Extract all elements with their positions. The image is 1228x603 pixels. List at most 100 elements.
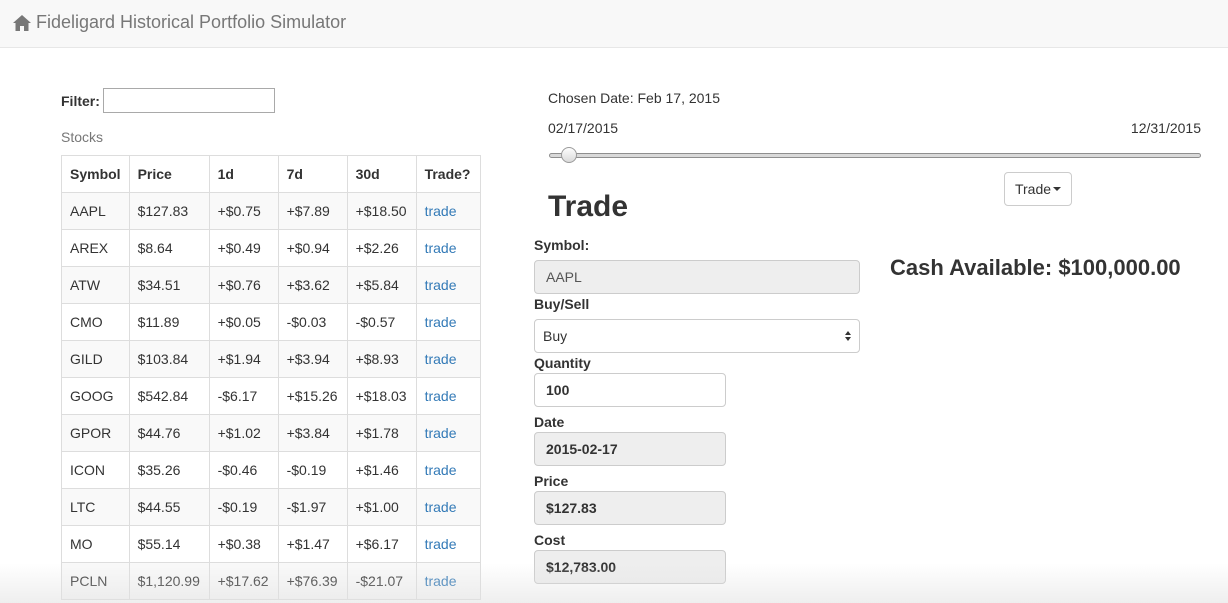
stocks-table: Symbol Price 1d 7d 30d Trade? AAPL $127.8…	[61, 155, 481, 600]
trade-dropdown-label: Trade	[1014, 181, 1052, 197]
cell-1d: +$0.05	[208, 303, 279, 341]
table-row: ATW $34.51 +$0.76 +$3.62 +$5.84 trade	[61, 266, 481, 304]
cell-trade: trade	[415, 414, 481, 452]
symbol-field[interactable]: AAPL	[534, 260, 860, 294]
cell-30d: +$5.84	[346, 266, 417, 304]
cell-trade: trade	[415, 377, 481, 415]
trade-link[interactable]: trade	[425, 573, 457, 589]
quantity-input[interactable]: 100	[534, 373, 726, 407]
trade-link[interactable]: trade	[425, 499, 457, 515]
column-header-7d: 7d	[277, 155, 348, 193]
cell-trade: trade	[415, 562, 481, 600]
cell-price: $55.14	[128, 525, 210, 563]
column-header-30d: 30d	[346, 155, 417, 193]
symbol-label: Symbol:	[534, 237, 590, 253]
trade-link[interactable]: trade	[425, 388, 457, 404]
column-header-trade: Trade?	[415, 155, 481, 193]
cell-7d: -$0.19	[277, 451, 348, 489]
cell-trade: trade	[415, 303, 481, 341]
date-value: 2015-02-17	[546, 441, 618, 457]
column-header-price: Price	[128, 155, 210, 193]
table-header-row: Symbol Price 1d 7d 30d Trade?	[61, 155, 481, 193]
trade-link[interactable]: trade	[425, 536, 457, 552]
cell-7d: -$1.97	[277, 488, 348, 526]
table-row: PCLN $1,120.99 +$17.62 +$76.39 -$21.07 trade	[61, 562, 481, 600]
cell-trade: trade	[415, 451, 481, 489]
cell-price: $44.76	[128, 414, 210, 452]
filter-input[interactable]	[102, 88, 275, 113]
price-label: Price	[534, 473, 569, 489]
cell-price: $542.84	[128, 377, 210, 415]
table-row: AAPL $127.83 +$0.75 +$7.89 +$18.50 trade	[61, 192, 481, 230]
cell-symbol: CMO	[61, 303, 130, 341]
cell-7d: +$3.84	[277, 414, 348, 452]
cell-price: $11.89	[128, 303, 210, 341]
cell-1d: -$6.17	[208, 377, 279, 415]
cell-7d: +$7.89	[277, 192, 348, 230]
cell-7d: -$0.03	[277, 303, 348, 341]
cell-1d: +$0.75	[208, 192, 279, 230]
cell-7d: +$1.47	[277, 525, 348, 563]
cost-label: Cost	[534, 532, 566, 548]
cell-price: $103.84	[128, 340, 210, 378]
caret-down-icon	[1053, 187, 1062, 191]
price-value: $127.83	[546, 500, 597, 516]
trade-link[interactable]: trade	[425, 314, 457, 330]
chosen-date: Chosen Date: Feb 17, 2015	[548, 90, 721, 106]
filter-row: Filter:	[61, 88, 275, 113]
cell-1d: +$1.94	[208, 340, 279, 378]
cell-1d: +$0.38	[208, 525, 279, 563]
table-row: LTC $44.55 -$0.19 -$1.97 +$1.00 trade	[61, 488, 481, 526]
date-field[interactable]: 2015-02-17	[534, 432, 726, 466]
cell-symbol: GPOR	[61, 414, 130, 452]
cell-symbol: PCLN	[61, 562, 130, 600]
trade-link[interactable]: trade	[425, 462, 457, 478]
column-header-1d: 1d	[208, 155, 279, 193]
cell-30d: +$1.00	[346, 488, 417, 526]
cell-symbol: ICON	[61, 451, 130, 489]
trade-link[interactable]: trade	[425, 240, 457, 256]
cell-symbol: AAPL	[61, 192, 130, 230]
cell-7d: +$76.39	[277, 562, 348, 600]
home-icon	[12, 13, 32, 33]
cell-price: $1,120.99	[128, 562, 210, 600]
table-row: GILD $103.84 +$1.94 +$3.94 +$8.93 trade	[61, 340, 481, 378]
trade-link[interactable]: trade	[425, 351, 457, 367]
cell-symbol: MO	[61, 525, 130, 563]
cost-field[interactable]: $12,783.00	[534, 550, 726, 584]
cash-available: Cash Available: $100,000.00	[890, 255, 1181, 280]
cell-symbol: AREX	[61, 229, 130, 267]
cell-trade: trade	[415, 340, 481, 378]
trade-link[interactable]: trade	[425, 277, 457, 293]
cell-30d: +$1.46	[346, 451, 417, 489]
cell-7d: +$3.94	[277, 340, 348, 378]
trade-dropdown-button[interactable]: Trade	[1004, 172, 1072, 206]
date-slider-track[interactable]	[549, 153, 1201, 158]
cell-trade: trade	[415, 266, 481, 304]
brand-link[interactable]: Fideligard Historical Portfolio Simulato…	[12, 12, 346, 33]
trade-title: Trade	[548, 190, 629, 223]
price-field[interactable]: $127.83	[534, 491, 726, 525]
cell-symbol: GOOG	[61, 377, 130, 415]
cell-30d: +$6.17	[346, 525, 417, 563]
cell-trade: trade	[415, 525, 481, 563]
filter-label: Filter:	[61, 92, 100, 109]
navbar: Fideligard Historical Portfolio Simulato…	[0, 0, 1228, 48]
symbol-value: AAPL	[546, 269, 582, 285]
buysell-label: Buy/Sell	[534, 296, 590, 312]
buysell-select[interactable]: Buy	[534, 319, 860, 353]
select-arrows-icon	[845, 331, 851, 341]
cell-trade: trade	[415, 192, 481, 230]
cell-7d: +$3.62	[277, 266, 348, 304]
trade-link[interactable]: trade	[425, 203, 457, 219]
quantity-value: 100	[546, 382, 570, 398]
stock-rows: AAPL $127.83 +$0.75 +$7.89 +$18.50 trade AREX $…	[61, 192, 481, 600]
cell-price: $127.83	[128, 192, 210, 230]
cell-1d: +$1.02	[208, 414, 279, 452]
cell-30d: -$0.57	[346, 303, 417, 341]
range-start-date: 02/17/2015	[548, 120, 619, 136]
buysell-value: Buy	[543, 328, 568, 344]
trade-link[interactable]: trade	[425, 425, 457, 441]
cost-value: $12,783.00	[546, 559, 617, 575]
date-slider-handle[interactable]	[561, 147, 577, 163]
